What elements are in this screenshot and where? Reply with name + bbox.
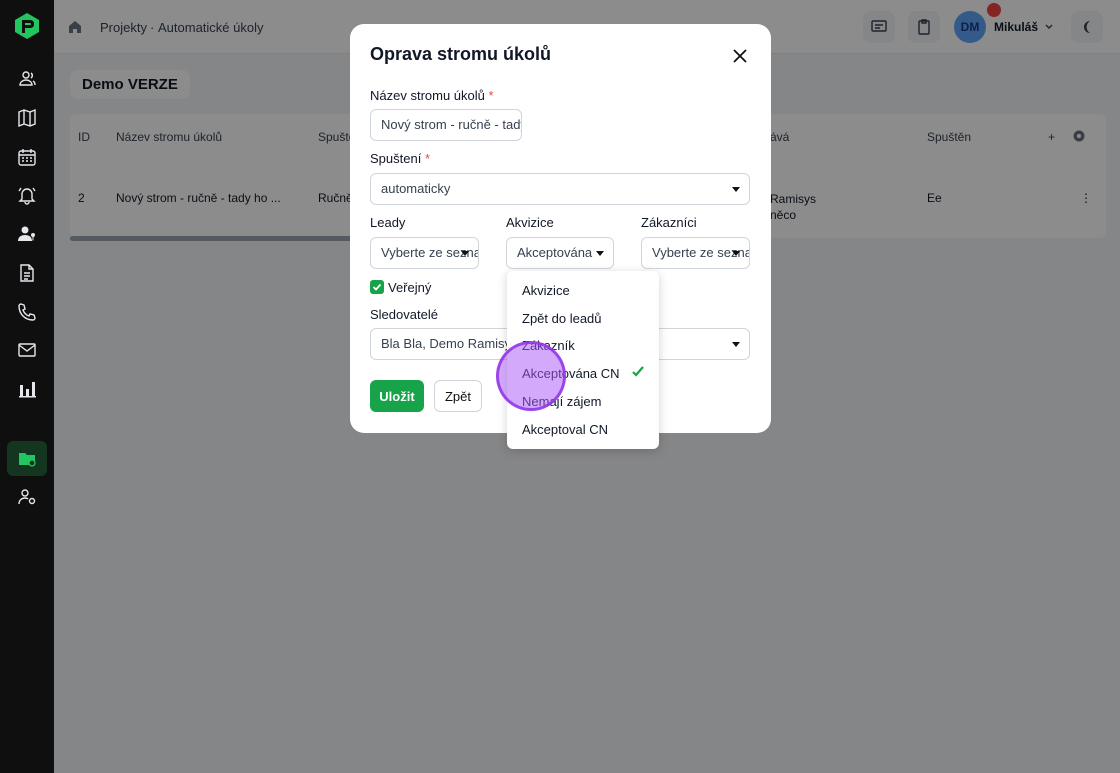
caret-down-icon (732, 187, 740, 192)
caret-down-icon (732, 342, 740, 347)
back-button[interactable]: Zpět (434, 380, 482, 412)
modal-title: Oprava stromu úkolů (370, 44, 552, 64)
public-checkbox[interactable] (370, 280, 384, 294)
trigger-label: Spuštení * (370, 151, 431, 166)
contacts-icon[interactable] (12, 64, 42, 94)
dropdown-option[interactable]: Akceptoval CN (522, 422, 608, 437)
chart-icon[interactable] (12, 374, 42, 404)
check-icon (632, 366, 644, 377)
phone-icon[interactable] (12, 297, 42, 327)
dropdown-option[interactable]: Akvizice (522, 283, 570, 298)
close-icon[interactable] (732, 48, 748, 64)
dropdown-option[interactable]: Zpět do leadů (522, 311, 602, 326)
customers-label: Zákazníci (641, 215, 697, 230)
checkmark-icon (372, 283, 382, 291)
customers-select[interactable]: Vyberte ze seznamu (641, 237, 750, 269)
trigger-select[interactable]: automaticky (370, 173, 750, 205)
caret-down-icon (596, 251, 604, 256)
leads-label: Leady (370, 215, 406, 230)
mail-icon[interactable] (12, 335, 42, 365)
save-button[interactable]: Uložit (370, 380, 424, 412)
logo-icon[interactable] (14, 12, 40, 40)
acquisition-select[interactable]: Akceptována (506, 237, 614, 269)
leads-select[interactable]: Vyberte ze seznamu (370, 237, 479, 269)
click-indicator (496, 341, 566, 411)
public-label[interactable]: Veřejný (388, 280, 431, 295)
folder-icon[interactable] (7, 441, 47, 476)
acquisition-label: Akvizice (506, 215, 554, 230)
caret-down-icon (461, 251, 469, 256)
calendar-icon[interactable] (12, 142, 42, 172)
sidebar (0, 0, 54, 773)
user-settings-icon[interactable] (12, 482, 42, 512)
caret-down-icon (732, 251, 740, 256)
map-icon[interactable] (12, 103, 42, 133)
followers-label: Sledovatelé (370, 307, 438, 322)
name-label: Název stromu úkolů * (370, 88, 494, 103)
bell-icon[interactable] (12, 180, 42, 210)
document-icon[interactable] (12, 258, 42, 288)
name-input[interactable]: Nový strom - ručně - tady ho (370, 109, 522, 141)
user-key-icon[interactable] (12, 219, 42, 249)
